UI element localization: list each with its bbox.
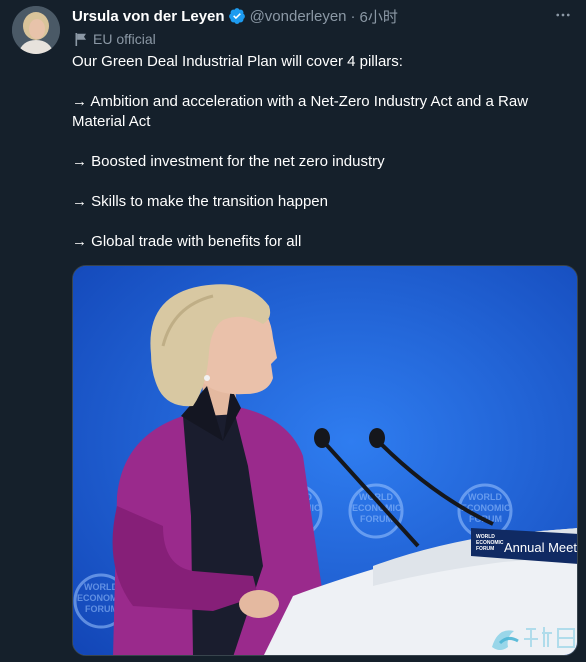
user-handle[interactable]: @vonderleyen (250, 8, 347, 25)
tweet-header: Ursula von der Leyen @vonderleyen · 6小时 (72, 6, 574, 26)
backdrop-logo-line: ECONOMIC (352, 503, 402, 513)
podium-logo-line: FORUM (476, 546, 494, 552)
tweet-paragraph: → Global trade with benefits for all (72, 233, 302, 250)
account-label[interactable]: EU official (75, 30, 156, 48)
watermark-logo (486, 617, 582, 657)
backdrop-logo-line: FORUM (85, 604, 118, 614)
tweet-paragraph: Our Green Deal Industrial Plan will cove… (72, 53, 403, 70)
podium-banner-text: Annual Meeting (504, 540, 578, 555)
avatar[interactable] (12, 6, 60, 54)
timestamp[interactable]: 6小时 (360, 6, 398, 27)
separator-dot: · (350, 7, 356, 25)
avatar-image (12, 6, 60, 54)
backdrop-logo-line: WORLD (84, 582, 118, 592)
tweet-photo[interactable]: WORLD ECONOMIC FORUM WORLD ECONOMIC FORU… (72, 265, 578, 656)
more-options-icon[interactable] (552, 4, 574, 26)
backdrop-logo-line: WORLD (468, 492, 502, 502)
tweet-paragraph: → Boosted investment for the net zero in… (72, 153, 385, 170)
tweet-paragraph: → Ambition and acceleration with a Net-Z… (72, 93, 529, 130)
flag-icon (75, 32, 87, 46)
account-label-text: EU official (93, 31, 156, 47)
tweet-text: Our Green Deal Industrial Plan will cove… (72, 52, 564, 272)
display-name[interactable]: Ursula von der Leyen (72, 8, 225, 25)
tweet-paragraph: → Skills to make the transition happen (72, 193, 328, 210)
photo-illustration: WORLD ECONOMIC FORUM WORLD ECONOMIC FORU… (73, 266, 578, 655)
verified-badge-icon (228, 7, 246, 25)
